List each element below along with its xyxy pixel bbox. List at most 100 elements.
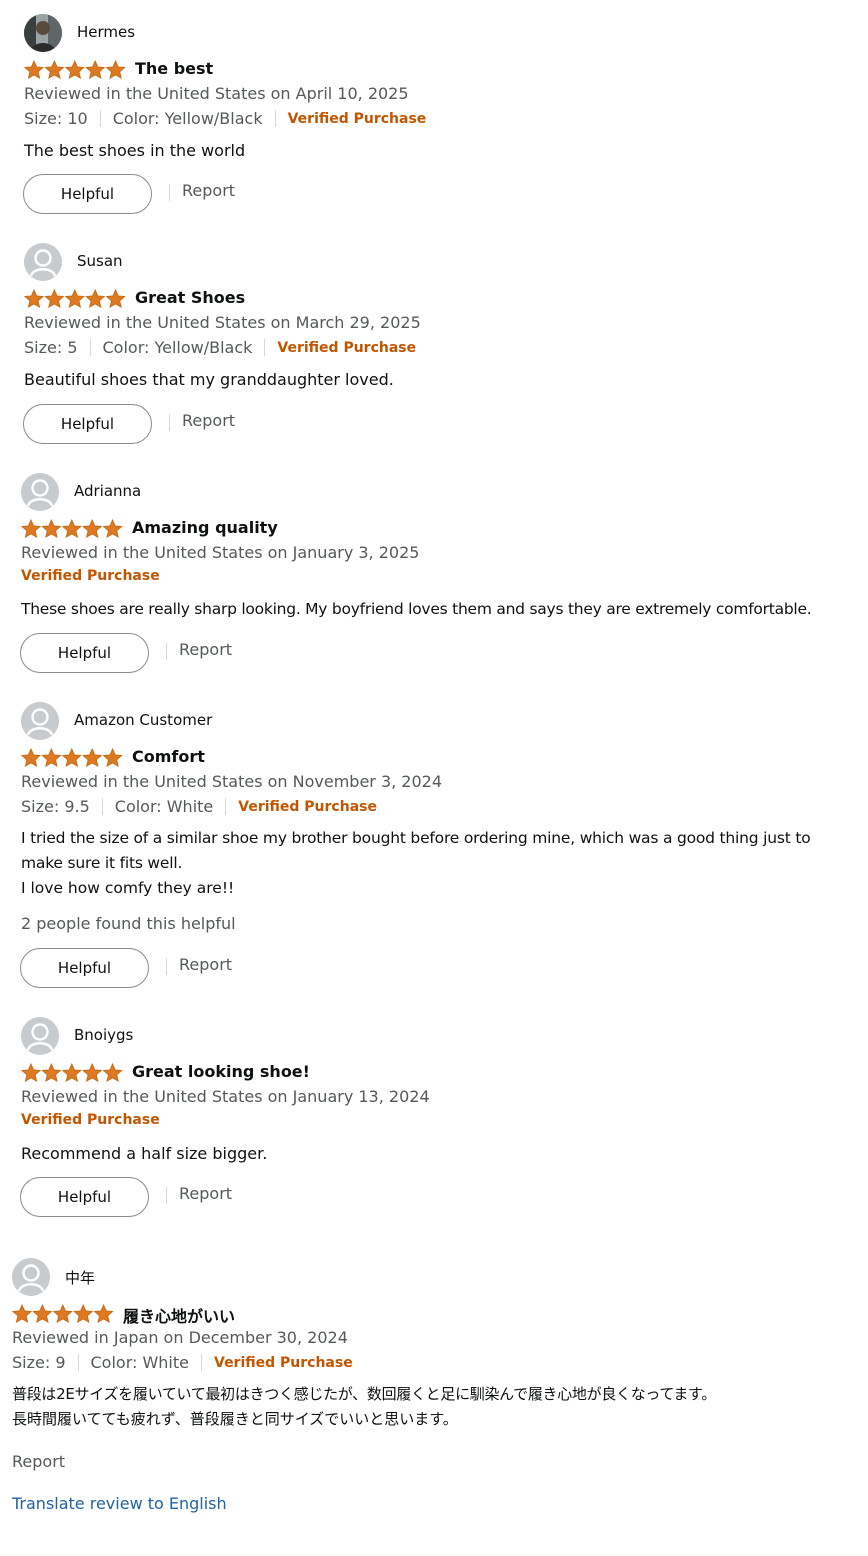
helpful-count: 2 people found this helpful xyxy=(21,914,236,933)
verified-purchase-badge[interactable]: Verified Purchase xyxy=(21,568,160,584)
review-meta: Verified Purchase xyxy=(21,568,160,584)
verified-purchase-badge[interactable]: Verified Purchase xyxy=(214,1355,353,1371)
review-title[interactable]: Great Shoes xyxy=(135,288,245,307)
star-icon xyxy=(21,1063,42,1083)
review-text-line: The best shoes in the world xyxy=(24,141,246,160)
size-label[interactable]: Size: 5 xyxy=(24,338,78,357)
review-text-line: I love how comfy they are!! xyxy=(21,879,235,897)
star-icon xyxy=(85,289,106,309)
review-actions: Helpful Report xyxy=(23,404,323,444)
color-label[interactable]: Color: Yellow/Black xyxy=(113,109,263,128)
review-title[interactable]: Amazing quality xyxy=(132,518,278,537)
star-icon xyxy=(93,1304,114,1324)
star-icon xyxy=(41,1063,62,1083)
helpful-button[interactable]: Helpful xyxy=(20,1177,149,1217)
report-link[interactable]: Report xyxy=(179,1184,232,1203)
avatar[interactable] xyxy=(21,473,59,511)
star-rating-icon[interactable] xyxy=(12,1304,114,1324)
divider xyxy=(274,110,276,127)
divider xyxy=(201,1354,202,1371)
report-link[interactable]: Report xyxy=(182,181,235,200)
star-icon xyxy=(105,60,126,80)
star-icon xyxy=(41,519,62,539)
star-rating-icon[interactable] xyxy=(21,519,123,539)
review-title[interactable]: Comfort xyxy=(132,747,205,766)
review-title[interactable]: Great looking shoe! xyxy=(132,1062,310,1081)
star-icon xyxy=(24,60,45,80)
color-label[interactable]: Color: White xyxy=(91,1353,190,1372)
review-text-line: 長時間履いてても疲れず、普段履きと同サイズでいいと思います。 xyxy=(12,1410,458,1428)
verified-purchase-badge[interactable]: Verified Purchase xyxy=(277,340,416,356)
star-icon xyxy=(41,748,62,768)
star-icon xyxy=(73,1304,94,1324)
helpful-button[interactable]: Helpful xyxy=(23,404,152,444)
star-rating-icon[interactable] xyxy=(21,1063,123,1083)
translate-review-link[interactable]: Translate review to English xyxy=(12,1494,227,1513)
review-actions: Helpful Report xyxy=(20,1177,320,1217)
star-icon xyxy=(61,1063,82,1083)
helpful-button[interactable]: Helpful xyxy=(23,174,152,214)
review-body: The best shoes in the world xyxy=(24,138,868,163)
review-card: Hermes The best Reviewed in the United S… xyxy=(23,14,854,224)
reviewer-name[interactable]: Susan xyxy=(77,252,123,270)
verified-purchase-badge[interactable]: Verified Purchase xyxy=(238,799,377,815)
star-icon xyxy=(85,60,106,80)
verified-purchase-badge[interactable]: Verified Purchase xyxy=(21,1112,160,1128)
review-title[interactable]: 履き心地がいい xyxy=(123,1303,235,1327)
reviewer-name[interactable]: Amazon Customer xyxy=(74,711,212,729)
star-icon xyxy=(44,60,65,80)
review-card: 中年 履き心地がいい Reviewed in Japan on December… xyxy=(12,1258,862,1518)
star-rating-icon[interactable] xyxy=(21,748,123,768)
review-date: Reviewed in the United States on January… xyxy=(21,543,420,562)
review-date: Reviewed in the United States on March 2… xyxy=(24,313,421,332)
divider xyxy=(166,958,167,975)
review-body: Beautiful shoes that my granddaughter lo… xyxy=(24,367,868,392)
color-label[interactable]: Color: White xyxy=(115,797,214,816)
reviewer-name[interactable]: Adrianna xyxy=(74,482,141,500)
size-label[interactable]: Size: 10 xyxy=(24,109,88,128)
color-label[interactable]: Color: Yellow/Black xyxy=(103,338,253,357)
reviewer-name[interactable]: 中年 xyxy=(65,1267,95,1288)
star-icon xyxy=(44,289,65,309)
report-link[interactable]: Report xyxy=(179,955,232,974)
size-label[interactable]: Size: 9 xyxy=(12,1353,66,1372)
report-link[interactable]: Report xyxy=(12,1452,65,1471)
star-icon xyxy=(64,60,85,80)
helpful-button[interactable]: Helpful xyxy=(20,633,149,673)
reviewer-name[interactable]: Bnoiygs xyxy=(74,1026,133,1044)
report-link[interactable]: Report xyxy=(182,411,235,430)
star-rating-icon[interactable] xyxy=(24,289,126,309)
avatar[interactable] xyxy=(24,14,62,52)
review-actions: Helpful Report xyxy=(20,633,320,673)
star-rating-icon[interactable] xyxy=(24,60,126,80)
avatar[interactable] xyxy=(12,1258,50,1296)
divider xyxy=(169,184,170,201)
star-icon xyxy=(61,519,82,539)
helpful-button[interactable]: Helpful xyxy=(20,948,149,988)
star-icon xyxy=(21,519,42,539)
review-meta: Size: 10 Color: Yellow/Black Verified Pu… xyxy=(24,109,426,128)
review-title[interactable]: The best xyxy=(135,59,213,78)
review-body: These shoes are really sharp looking. My… xyxy=(21,597,866,622)
avatar[interactable] xyxy=(24,243,62,281)
review-meta: Size: 9 Color: White Verified Purchase xyxy=(12,1353,353,1372)
review-card: Amazon Customer Comfort Reviewed in the … xyxy=(20,702,861,992)
reviewer-name[interactable]: Hermes xyxy=(77,23,135,41)
review-meta: Size: 5 Color: Yellow/Black Verified Pur… xyxy=(24,338,416,357)
review-meta: Size: 9.5 Color: White Verified Purchase xyxy=(21,797,377,816)
review-card: Bnoiygs Great looking shoe! Reviewed in … xyxy=(20,1017,861,1227)
star-icon xyxy=(21,748,42,768)
report-link[interactable]: Report xyxy=(179,640,232,659)
divider xyxy=(225,798,227,815)
review-actions: Helpful Report xyxy=(20,948,320,988)
review-text-line: I tried the size of a similar shoe my br… xyxy=(21,829,811,872)
divider xyxy=(77,1354,79,1371)
avatar[interactable] xyxy=(21,702,59,740)
divider xyxy=(166,643,167,660)
avatar[interactable] xyxy=(21,1017,59,1055)
size-label[interactable]: Size: 9.5 xyxy=(21,797,90,816)
verified-purchase-badge[interactable]: Verified Purchase xyxy=(288,111,427,127)
star-icon xyxy=(24,289,45,309)
star-icon xyxy=(82,1063,103,1083)
star-icon xyxy=(102,748,123,768)
